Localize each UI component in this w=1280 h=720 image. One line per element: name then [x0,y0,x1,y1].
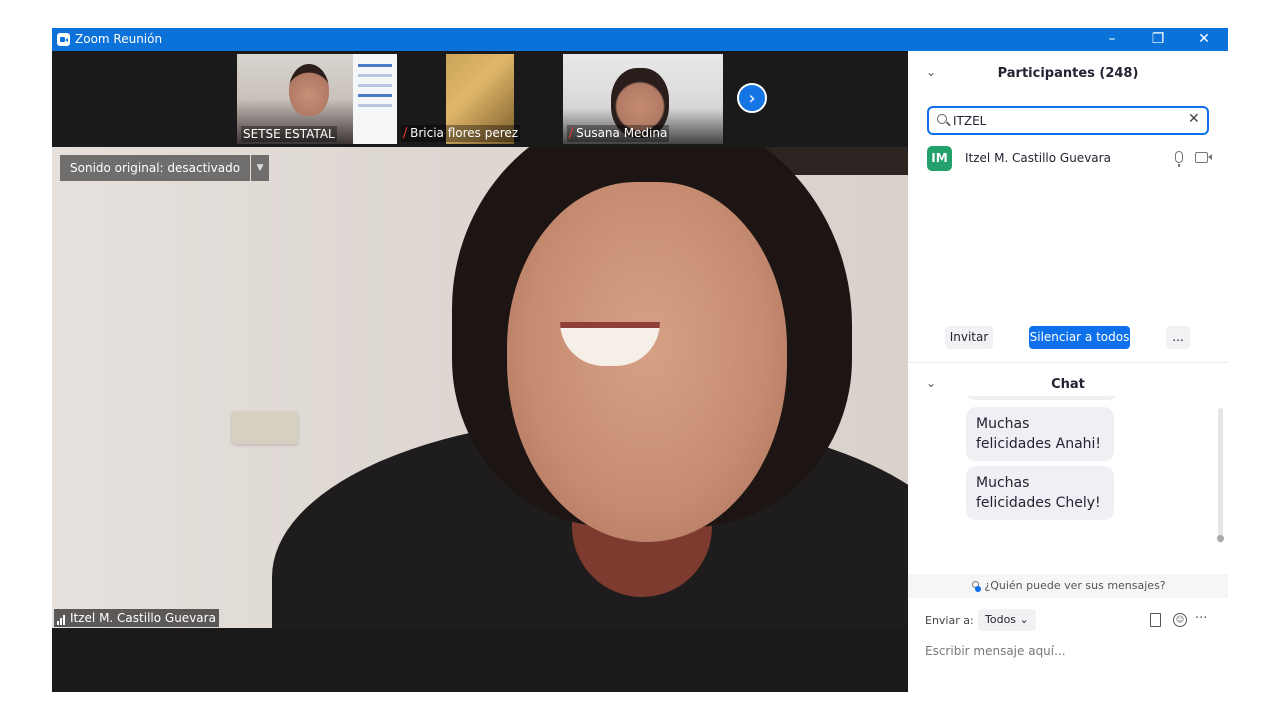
chat-title: Chat [1051,377,1085,392]
gallery-strip: SETSE ESTATAL ⧸ Bricia flores perez ⧸ Susa… [52,51,908,147]
zoom-meeting-window: Zoom Reunión – ❐ ✕ SETSE ESTATAL ⧸ Bricia… [52,28,1228,692]
avatar: IM [927,146,952,171]
video-tile[interactable]: ⧸ Susana Medina [563,54,723,144]
speaker-face [507,182,787,542]
participant-name: Bricia flores perez [410,126,519,140]
speaker-name-label: Itzel M. Castillo Guevara [54,609,219,627]
muted-mic-icon: ⧸ [403,126,408,140]
active-speaker-video: Sonido original: desactivado ▼ Itzel M. … [52,147,908,628]
who-can-see-text[interactable]: ¿Quién puede ver sus mensajes? [984,579,1165,592]
chevron-down-icon[interactable]: ▼ [251,155,270,181]
chat-scrollbar[interactable] [1218,408,1223,543]
message-visibility-info[interactable]: ¿Quién puede ver sus mensajes? [908,574,1228,598]
chat-message: Muchas felicidades Anahi! [966,407,1114,461]
muted-mic-icon: ⧸ [569,126,574,140]
recipient-dropdown[interactable]: Todos ⌄ [978,609,1036,631]
speaker-name: Itzel M. Castillo Guevara [70,611,216,625]
chat-bubble-partial [966,396,1118,400]
video-tile[interactable]: ⧸ Bricia flores perez [397,54,557,144]
zoom-logo-icon [57,33,70,46]
tile-name-label: ⧸ Susana Medina [567,125,670,142]
participant-name: Susana Medina [576,126,668,140]
tile-name-label: ⧸ Bricia flores perez [401,125,521,142]
signal-strength-icon [57,611,66,625]
video-camera-icon[interactable] [1195,152,1212,163]
more-options-button[interactable]: ... [1166,326,1190,349]
next-page-arrow-icon[interactable]: › [737,83,767,113]
chat-messages: Muchas felicidades Anahi! Muchas felicid… [908,396,1228,526]
meeting-controls-bar [52,628,908,692]
panel-divider [908,362,1228,363]
video-tile[interactable]: SETSE ESTATAL [237,54,397,144]
wall-switch [232,412,298,444]
chat-message-input[interactable] [925,641,1205,661]
minimize-button[interactable]: – [1089,28,1135,51]
title-bar: Zoom Reunión – ❐ ✕ [52,28,1228,51]
send-to-label: Enviar a: [925,614,974,627]
participant-name: Itzel M. Castillo Guevara [965,151,1111,165]
participant-search-box[interactable]: ✕ [927,106,1209,135]
microphone-icon[interactable] [1175,151,1183,167]
original-sound-toggle[interactable]: Sonido original: desactivado ▼ [60,155,270,181]
participant-row[interactable]: IM Itzel M. Castillo Guevara [927,146,1217,172]
participants-title: Participantes (248) [997,66,1139,81]
chat-message: Muchas felicidades Chely! [966,466,1114,520]
more-icon[interactable]: ··· [1195,611,1207,626]
participant-video [289,64,329,116]
search-icon [937,114,947,124]
restore-button[interactable]: ❐ [1135,28,1181,51]
original-sound-label[interactable]: Sonido original: desactivado [60,155,251,181]
file-icon[interactable] [1150,613,1161,627]
chat-scroll-thumb[interactable] [1217,535,1224,542]
emoji-icon[interactable]: ☺ [1173,613,1187,627]
shared-screen-preview [353,54,397,144]
close-button[interactable]: ✕ [1181,28,1227,51]
people-icon [970,581,982,592]
mute-all-button[interactable]: Silenciar a todos [1029,326,1130,349]
send-to-row: Enviar a: Todos ⌄ ☺ ··· [925,609,1215,633]
clear-search-icon[interactable]: ✕ [1188,111,1200,127]
invite-button[interactable]: Invitar [945,326,993,349]
participant-search-input[interactable] [953,111,1173,130]
side-panel: ⌄ Participantes (248) ✕ IM Itzel M. Cast… [908,51,1228,692]
tile-name-label: SETSE ESTATAL [241,126,337,142]
window-title: Zoom Reunión [75,32,163,46]
